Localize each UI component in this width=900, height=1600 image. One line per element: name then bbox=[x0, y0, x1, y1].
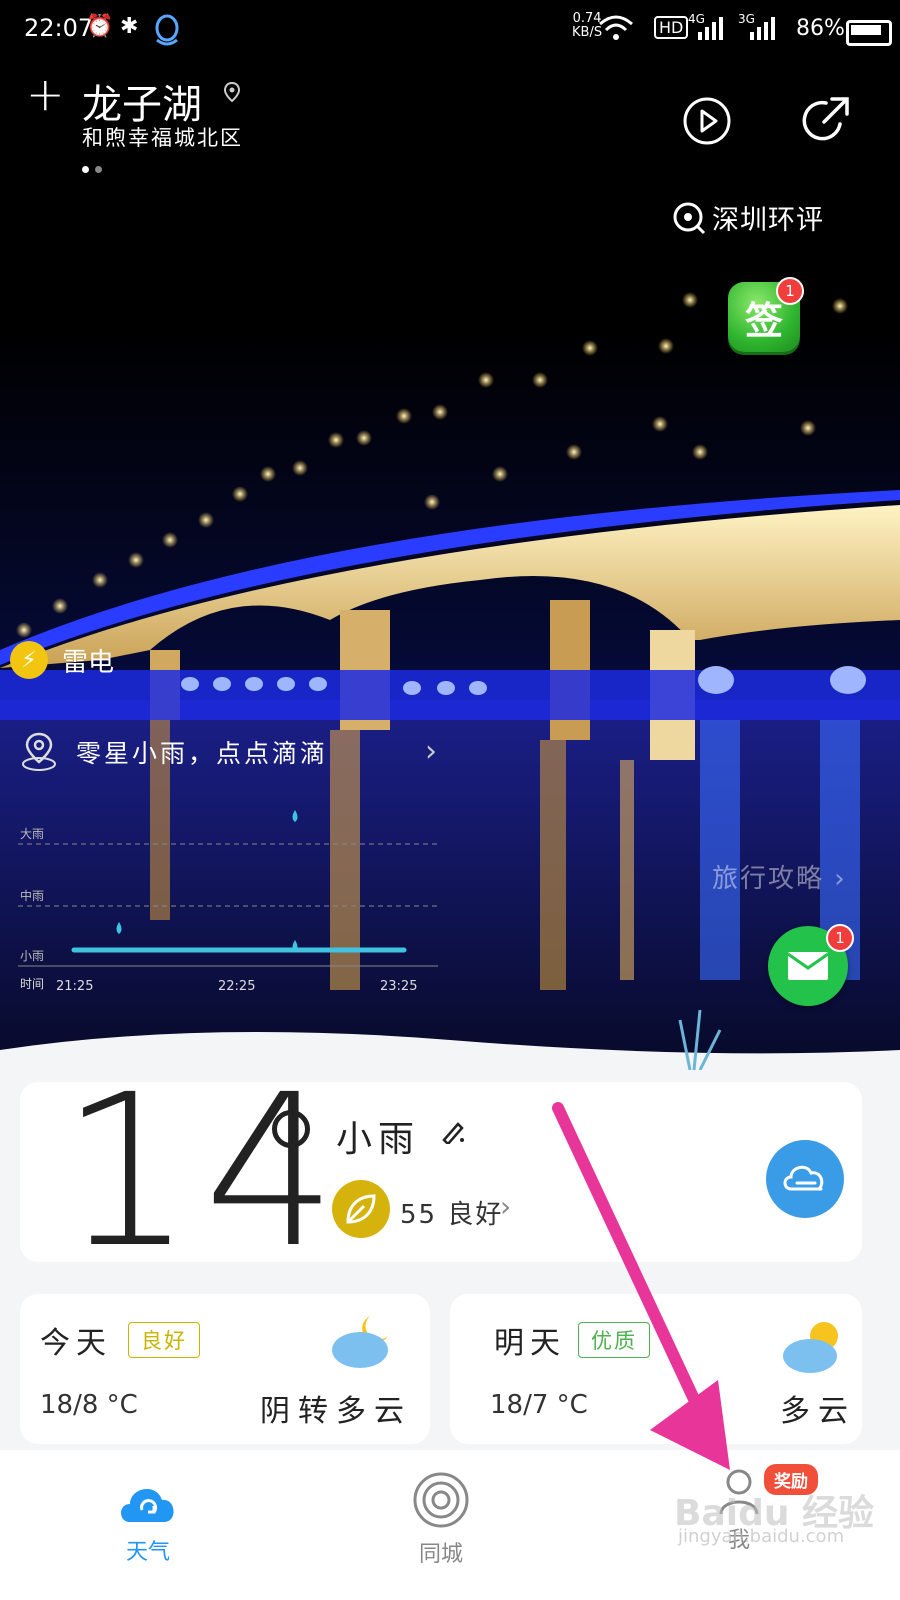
wifi-icon bbox=[599, 15, 633, 40]
envelope-icon bbox=[787, 952, 829, 980]
district-name: 和煦幸福城北区 bbox=[82, 126, 243, 150]
travel-guide-link[interactable]: 旅行攻略 › bbox=[712, 858, 847, 895]
time-axis-label: 时间 bbox=[20, 977, 44, 991]
cloud-refresh-icon bbox=[121, 1488, 174, 1522]
day-temp-range: 18/7 °C bbox=[490, 1390, 588, 1420]
degree-symbol bbox=[272, 1110, 310, 1148]
play-voice-button[interactable] bbox=[682, 96, 732, 146]
alarm-icon: ⏰ bbox=[86, 14, 114, 39]
location-pin-icon bbox=[223, 82, 241, 102]
alert-label: 雷电 bbox=[62, 647, 115, 678]
rain-summary-row[interactable]: 零星小雨，点点滴滴 › bbox=[20, 732, 440, 772]
baidu-watermark-url: jingyan.baidu.com bbox=[678, 1526, 845, 1547]
tab-weather[interactable]: 天气 bbox=[112, 1478, 184, 1566]
day-description: 阴转多云 bbox=[260, 1394, 412, 1429]
day-description: 多云 bbox=[780, 1394, 856, 1429]
add-city-button[interactable]: + bbox=[26, 68, 65, 120]
weather-detail-button[interactable] bbox=[766, 1140, 844, 1218]
raindrop-marker bbox=[292, 810, 298, 822]
battery-percent: 86% bbox=[796, 16, 845, 41]
edit-pencil-icon[interactable] bbox=[440, 1118, 466, 1144]
location-radar-icon bbox=[22, 732, 56, 771]
share-button[interactable] bbox=[798, 94, 852, 148]
signal-bars-2-icon bbox=[750, 17, 775, 40]
air-quality-index[interactable]: 55 良好 bbox=[400, 1194, 503, 1231]
radar-rings-icon bbox=[413, 1472, 469, 1528]
qq-penguin-icon bbox=[155, 14, 179, 46]
tab-local-label: 同城 bbox=[418, 1542, 463, 1567]
level-heavy-label: 大雨 bbox=[20, 827, 44, 841]
rain-summary-text: 零星小雨，点点滴滴 bbox=[76, 739, 329, 768]
tab-weather-label: 天气 bbox=[125, 1540, 170, 1565]
precipitation-chart: 大雨 中雨 小雨 时间 21:25 22:25 23:25 bbox=[18, 810, 438, 994]
search-target-icon bbox=[673, 202, 706, 234]
page-dot bbox=[95, 166, 102, 173]
current-temperature: 14 bbox=[60, 1049, 348, 1294]
chevron-right-icon: › bbox=[425, 734, 440, 769]
weather-alert[interactable]: ⚡ 雷电 bbox=[10, 641, 114, 679]
current-condition: 小雨 bbox=[336, 1119, 421, 1160]
cloudy-moon-icon bbox=[332, 1316, 388, 1368]
clock-time: 22:07 bbox=[24, 14, 94, 42]
hd-indicator: HD bbox=[654, 16, 689, 39]
env-assessment-label: 深圳环评 bbox=[712, 205, 824, 236]
bluetooth-icon: ✱ bbox=[120, 14, 139, 39]
air-quality-badge: 优质 bbox=[578, 1322, 650, 1358]
tab-local[interactable]: 同城 bbox=[404, 1470, 478, 1568]
cloud-wind-icon bbox=[783, 1165, 824, 1191]
message-badge: 1 bbox=[826, 924, 854, 952]
air-quality-badge: 良好 bbox=[128, 1322, 200, 1358]
signal-bars-icon bbox=[698, 17, 723, 40]
battery-icon bbox=[846, 20, 892, 46]
env-assessment-link[interactable]: 深圳环评 bbox=[672, 198, 824, 237]
travel-guide-label: 旅行攻略 bbox=[712, 864, 825, 894]
page-indicator bbox=[82, 158, 108, 177]
air-quality-leaf-icon bbox=[332, 1180, 390, 1238]
partly-cloudy-icon bbox=[783, 1322, 838, 1373]
day-name: 明天 bbox=[494, 1326, 566, 1361]
time-tick: 23:25 bbox=[380, 979, 417, 994]
chevron-right-icon: › bbox=[500, 1190, 512, 1223]
level-moderate-label: 中雨 bbox=[20, 888, 44, 903]
level-light-label: 小雨 bbox=[20, 949, 44, 963]
status-bar: 22:07 ⏰ ✱ 0.74 KB/S HD 4G 3G 86% bbox=[0, 0, 900, 64]
time-tick: 22:25 bbox=[218, 979, 255, 994]
sign-in-badge: 1 bbox=[776, 277, 804, 305]
page-dot-active bbox=[82, 166, 89, 173]
day-name: 今天 bbox=[40, 1326, 112, 1361]
day-temp-range: 18/8 °C bbox=[40, 1390, 138, 1420]
time-tick: 21:25 bbox=[56, 979, 93, 994]
raindrop-marker bbox=[116, 922, 122, 934]
lightning-icon: ⚡ bbox=[10, 641, 48, 679]
